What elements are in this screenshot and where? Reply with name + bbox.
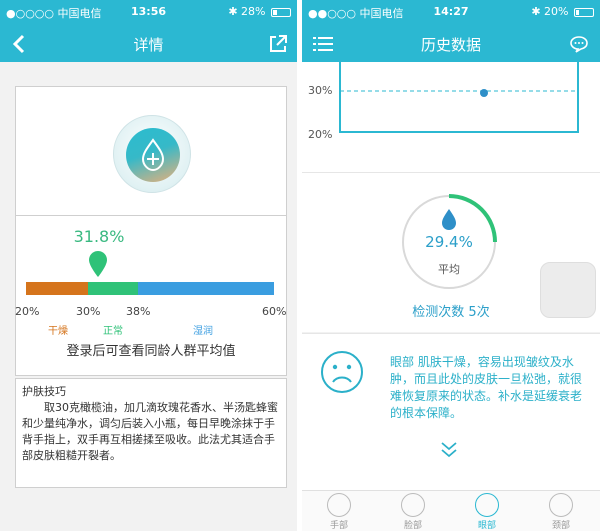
- chart-frame: [339, 62, 579, 133]
- share-button[interactable]: [265, 31, 291, 57]
- battery-percent: 20%: [544, 5, 569, 18]
- moisture-badge: [113, 115, 191, 193]
- test-count: 检测次数 5次: [412, 305, 490, 320]
- data-point[interactable]: [480, 89, 488, 97]
- battery-icon: [574, 7, 594, 17]
- tab-eye[interactable]: 眼部: [462, 493, 512, 531]
- moisture-value: 31.8%: [73, 227, 125, 246]
- tab-label: 脸部: [403, 521, 422, 531]
- status-bar: ●●○○○ 中国电信 14:27 ✱ 20%: [302, 0, 600, 25]
- battery-percent: 28%: [241, 5, 266, 18]
- neck-icon: [549, 493, 573, 517]
- message-button[interactable]: [566, 31, 592, 57]
- average-value: 29.4%: [425, 233, 473, 251]
- status-bar: ●○○○○ 中国电信 13:56 ✱ 28%: [0, 0, 297, 25]
- zone-label-normal: 正常: [103, 326, 123, 337]
- bottom-tab-bar: 手部 脸部 眼部 颈部: [302, 490, 600, 531]
- scale-segment: [26, 282, 88, 295]
- bluetooth-icon: ✱: [531, 5, 541, 18]
- floating-action-button[interactable]: [540, 262, 596, 318]
- battery-icon: [271, 7, 291, 17]
- eye-tips-text: 眼部 肌肤干燥，容易出现皱纹及水肿，而且此处的皮肤一旦松弛，就很难恢复原来的状态…: [390, 355, 583, 420]
- tips-title: 护肤技巧: [22, 385, 66, 398]
- right-screen: ●●○○○ 中国电信 14:27 ✱ 20% 历史数据 30% 20% 29.4…: [302, 0, 600, 531]
- zone-label-dry: 干燥: [48, 326, 68, 337]
- chat-bubble-icon: [570, 36, 588, 53]
- eye-tips-panel: 眼部 肌肤干燥，容易出现皱纹及水肿，而且此处的皮肤一旦松弛，就很难恢复原来的状态…: [302, 333, 600, 490]
- zone-label-moist: 湿润: [193, 326, 213, 337]
- tab-label: 眼部: [477, 521, 496, 531]
- bluetooth-icon: ✱: [228, 5, 238, 18]
- login-tip[interactable]: 登录后可查看同龄人群平均值: [15, 340, 287, 359]
- left-screen: ●○○○○ 中国电信 13:56 ✱ 28% 详情 31.8% 20% 30% …: [0, 0, 297, 531]
- average-caption: 平均: [438, 263, 460, 276]
- tab-hand[interactable]: 手部: [314, 493, 364, 531]
- tab-label: 手部: [329, 521, 348, 531]
- map-pin-icon: [89, 251, 107, 277]
- tick-label: 20%: [15, 305, 40, 318]
- water-drop-icon: [442, 209, 456, 230]
- result-icon-card: [15, 86, 287, 216]
- hand-icon: [327, 493, 351, 517]
- tab-label: 颈部: [551, 521, 570, 531]
- tips-body: 取30克橄榄油，加几滴玫瑰花香水、半汤匙蜂蜜和少量纯净水，调匀后装入小瓶，每日早…: [22, 401, 278, 462]
- nav-bar: 详情: [0, 25, 297, 62]
- page-title: 详情: [133, 36, 164, 54]
- share-icon: [270, 35, 287, 52]
- moisture-scale-bar: [26, 282, 274, 295]
- face-icon: [401, 493, 425, 517]
- history-chart: 30% 20%: [302, 62, 600, 172]
- page-title: 历史数据: [420, 36, 481, 54]
- tab-face[interactable]: 脸部: [388, 493, 438, 531]
- water-drop-plus-icon: [141, 138, 165, 172]
- nav-bar: 历史数据: [302, 25, 600, 62]
- eye-icon: [475, 493, 499, 517]
- tick-label: 38%: [126, 305, 151, 318]
- tick-label: 30%: [76, 305, 101, 318]
- tab-neck[interactable]: 颈部: [536, 493, 586, 531]
- scale-segment: [137, 282, 274, 295]
- y-tick-label: 30%: [308, 84, 333, 97]
- double-chevron-down-icon[interactable]: [439, 441, 459, 459]
- tick-label: 60%: [262, 305, 287, 318]
- scale-segment: [88, 282, 138, 295]
- skincare-tips: 护肤技巧 取30克橄榄油，加几滴玫瑰花香水、半汤匙蜂蜜和少量纯净水，调匀后装入小…: [15, 378, 287, 488]
- y-tick-label: 20%: [308, 128, 333, 141]
- sad-face-icon: [321, 351, 363, 393]
